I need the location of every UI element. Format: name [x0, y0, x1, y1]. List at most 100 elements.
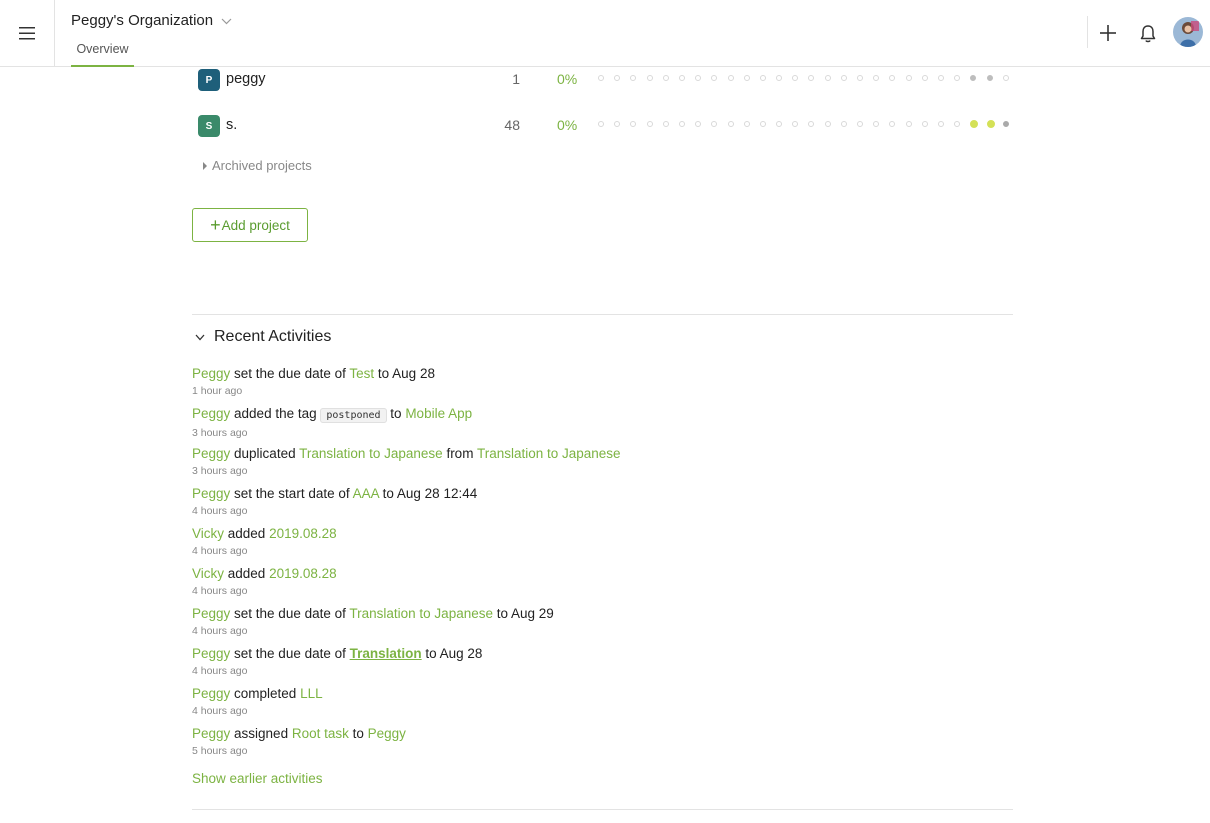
- activity-dot: [970, 120, 979, 128]
- activity-text: added: [224, 526, 270, 541]
- activity-user-link[interactable]: Vicky: [192, 526, 224, 541]
- activity-dot: [840, 121, 847, 127]
- activity-item: Peggy set the due date of Test to Aug 28…: [192, 365, 1012, 398]
- activity-dot: [646, 75, 653, 81]
- activity-text: duplicated: [230, 446, 300, 461]
- add-project-label: Add project: [221, 217, 290, 233]
- activity-text: set the due date of: [230, 366, 350, 381]
- project-name[interactable]: peggy: [226, 71, 266, 87]
- recent-activities-title: Recent Activities: [214, 328, 332, 345]
- activity-dot: [889, 121, 896, 127]
- activity-item: Peggy set the due date of Translation to…: [192, 645, 1012, 678]
- activity-user-link[interactable]: Peggy: [192, 406, 230, 421]
- activity-target-link[interactable]: Test: [349, 366, 374, 381]
- activity-target-link[interactable]: Mobile App: [405, 406, 472, 421]
- activity-user-link[interactable]: Peggy: [192, 686, 230, 701]
- user-avatar[interactable]: [1173, 17, 1203, 47]
- activity-dot: [598, 75, 604, 81]
- activity-item: Peggy completed LLL 4 hours ago: [192, 685, 1012, 718]
- activity-dot: [727, 121, 734, 127]
- chevron-down-icon: [195, 334, 205, 340]
- activity-target-link[interactable]: Translation to Japanese: [299, 446, 443, 461]
- activity-dot: [857, 121, 863, 127]
- activity-target-link[interactable]: Root task: [292, 726, 349, 741]
- organization-switcher[interactable]: Peggy's Organization: [71, 12, 232, 29]
- activity-dot: [986, 75, 993, 81]
- activity-user-link[interactable]: Peggy: [192, 726, 230, 741]
- activity-assignee-link[interactable]: Peggy: [368, 726, 406, 741]
- activity-dot: [824, 75, 831, 81]
- project-avatar: P: [198, 69, 220, 91]
- activity-item: Vicky added 2019.08.28 4 hours ago: [192, 565, 1012, 598]
- project-activity-dots: [598, 120, 1019, 128]
- activity-user-link[interactable]: Peggy: [192, 366, 230, 381]
- activity-dot: [614, 121, 621, 127]
- activity-text: to Aug 28: [374, 366, 435, 381]
- activity-dot: [792, 75, 799, 81]
- notifications-button[interactable]: [1136, 22, 1160, 46]
- activity-user-link[interactable]: Peggy: [192, 446, 230, 461]
- activity-dot: [857, 75, 863, 81]
- activity-item: Peggy set the start date of AAA to Aug 2…: [192, 485, 1012, 518]
- activity-dot: [598, 121, 604, 127]
- project-row[interactable]: S s. 48 0%: [198, 114, 1009, 138]
- project-activity-dots: [598, 75, 1019, 81]
- activity-dot: [808, 121, 815, 127]
- activity-time: 3 hours ago: [192, 465, 248, 477]
- activity-text: from: [442, 446, 477, 461]
- activity-item: Vicky added 2019.08.28 4 hours ago: [192, 525, 1012, 558]
- activity-dot: [776, 75, 783, 81]
- activity-dot: [678, 121, 685, 127]
- activity-time: 4 hours ago: [192, 585, 248, 597]
- activity-dot: [808, 75, 815, 81]
- project-progress: 0%: [557, 117, 578, 133]
- activity-text: to: [386, 406, 406, 421]
- create-button[interactable]: [1096, 21, 1120, 45]
- activity-time: 5 hours ago: [192, 745, 248, 757]
- project-name[interactable]: s.: [226, 117, 237, 133]
- project-row[interactable]: P peggy 1 0%: [198, 68, 1009, 92]
- activity-source-link[interactable]: Translation to Japanese: [477, 446, 621, 461]
- activity-target-link[interactable]: LLL: [300, 686, 323, 701]
- show-earlier-activities-link[interactable]: Show earlier activities: [192, 771, 323, 786]
- chevron-down-icon: [221, 18, 232, 25]
- activity-dot: [743, 75, 750, 81]
- activity-target-link[interactable]: Translation: [350, 646, 422, 661]
- activity-dot: [614, 75, 621, 81]
- activity-dot: [662, 121, 669, 127]
- caret-right-icon: [203, 161, 207, 170]
- activity-dot: [727, 75, 734, 81]
- activity-target-link[interactable]: AAA: [353, 486, 379, 501]
- activity-dot: [889, 75, 896, 81]
- activity-item: Peggy duplicated Translation to Japanese…: [192, 445, 1012, 478]
- add-project-button[interactable]: + Add project: [192, 208, 308, 242]
- tag-badge[interactable]: postponed: [320, 408, 387, 423]
- tab-overview[interactable]: Overview: [71, 41, 134, 67]
- activity-user-link[interactable]: Peggy: [192, 646, 230, 661]
- activity-dot: [711, 121, 718, 127]
- activity-target-link[interactable]: Translation to Japanese: [349, 606, 493, 621]
- activity-user-link[interactable]: Peggy: [192, 486, 230, 501]
- recent-activities-header[interactable]: Recent Activities: [195, 328, 331, 346]
- activity-dot: [662, 75, 669, 81]
- activity-dot: [678, 75, 685, 81]
- activity-target-link[interactable]: 2019.08.28: [269, 566, 337, 581]
- activity-item: Peggy set the due date of Translation to…: [192, 605, 1012, 638]
- activity-user-link[interactable]: Peggy: [192, 606, 230, 621]
- activity-target-link[interactable]: 2019.08.28: [269, 526, 337, 541]
- archived-projects-toggle[interactable]: Archived projects: [203, 158, 312, 173]
- activity-text: set the due date of: [230, 646, 350, 661]
- project-progress: 0%: [557, 71, 578, 87]
- activity-text: to Aug 28 12:44: [378, 486, 478, 501]
- activity-time: 4 hours ago: [192, 665, 248, 677]
- menu-button[interactable]: [0, 0, 55, 67]
- activity-user-link[interactable]: Vicky: [192, 566, 224, 581]
- activity-dot: [695, 121, 702, 127]
- activity-dot: [792, 121, 799, 127]
- activity-item: Peggy assigned Root task to Peggy 5 hour…: [192, 725, 1012, 758]
- activity-dot: [630, 75, 637, 81]
- activity-time: 3 hours ago: [192, 427, 248, 439]
- activity-dot: [759, 75, 766, 81]
- activity-dot: [937, 75, 944, 81]
- avatar-photo-icon: [1173, 17, 1203, 47]
